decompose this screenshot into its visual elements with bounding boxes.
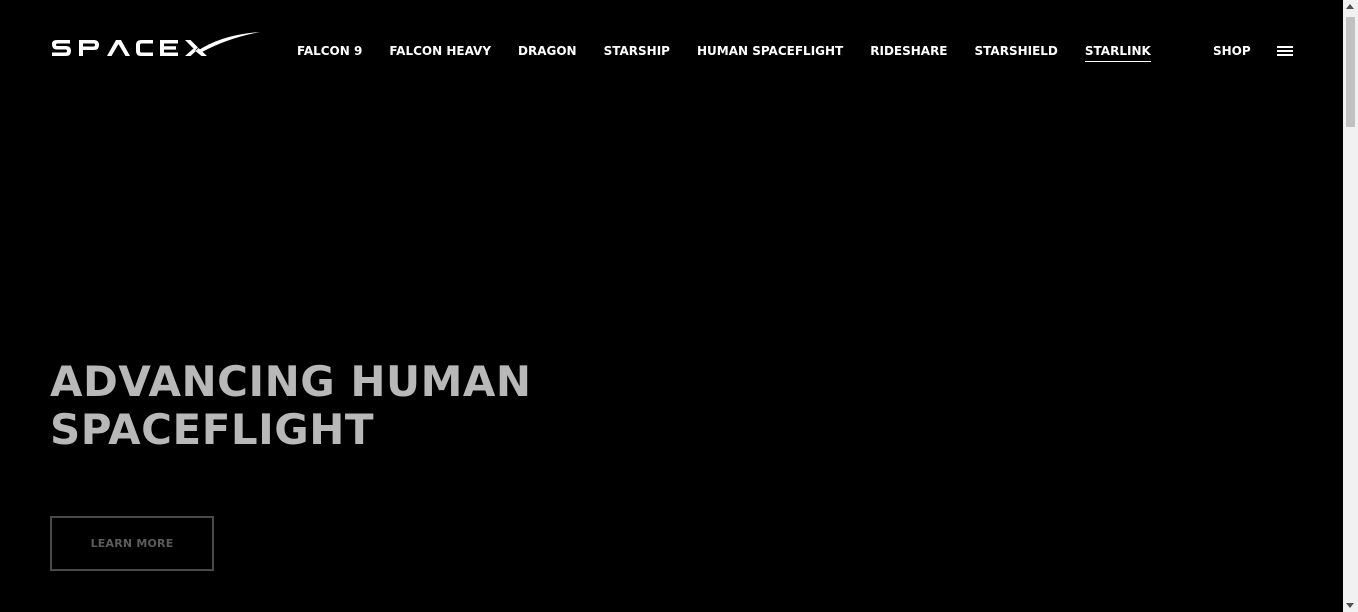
nav-starship[interactable]: STARSHIP [604,44,670,62]
vertical-scrollbar[interactable] [1343,0,1358,612]
nav-falcon-heavy[interactable]: FALCON HEAVY [389,44,491,62]
nav-dragon[interactable]: DRAGON [518,44,577,62]
nav-falcon-9[interactable]: FALCON 9 [297,44,362,62]
hero-title-line-2: SPACEFLIGHT [50,405,375,454]
site-header: FALCON 9 FALCON HEAVY DRAGON STARSHIP HU… [0,0,1343,100]
scrollbar-thumb[interactable] [1346,17,1355,127]
hero-title-line-1: ADVANCING HUMAN [50,357,532,406]
page: FALCON 9 FALCON HEAVY DRAGON STARSHIP HU… [0,0,1343,612]
learn-more-button[interactable]: LEARN MORE [50,516,214,571]
nav-starshield[interactable]: STARSHIELD [975,44,1058,62]
scroll-down-arrow-icon[interactable] [1346,603,1354,608]
spacex-logo-icon [52,32,260,56]
nav-starlink[interactable]: STARLINK [1084,44,1151,62]
main-nav: FALCON 9 FALCON HEAVY DRAGON STARSHIP HU… [297,44,1178,62]
nav-human-spaceflight[interactable]: HUMAN SPACEFLIGHT [697,44,843,62]
spacex-logo[interactable] [50,30,262,62]
nav-rideshare[interactable]: RIDESHARE [870,44,947,62]
scroll-up-arrow-icon[interactable] [1346,4,1354,9]
hamburger-menu-icon[interactable] [1277,46,1293,58]
shop-link[interactable]: SHOP [1213,44,1251,58]
hero-title: ADVANCING HUMAN SPACEFLIGHT [50,358,570,454]
